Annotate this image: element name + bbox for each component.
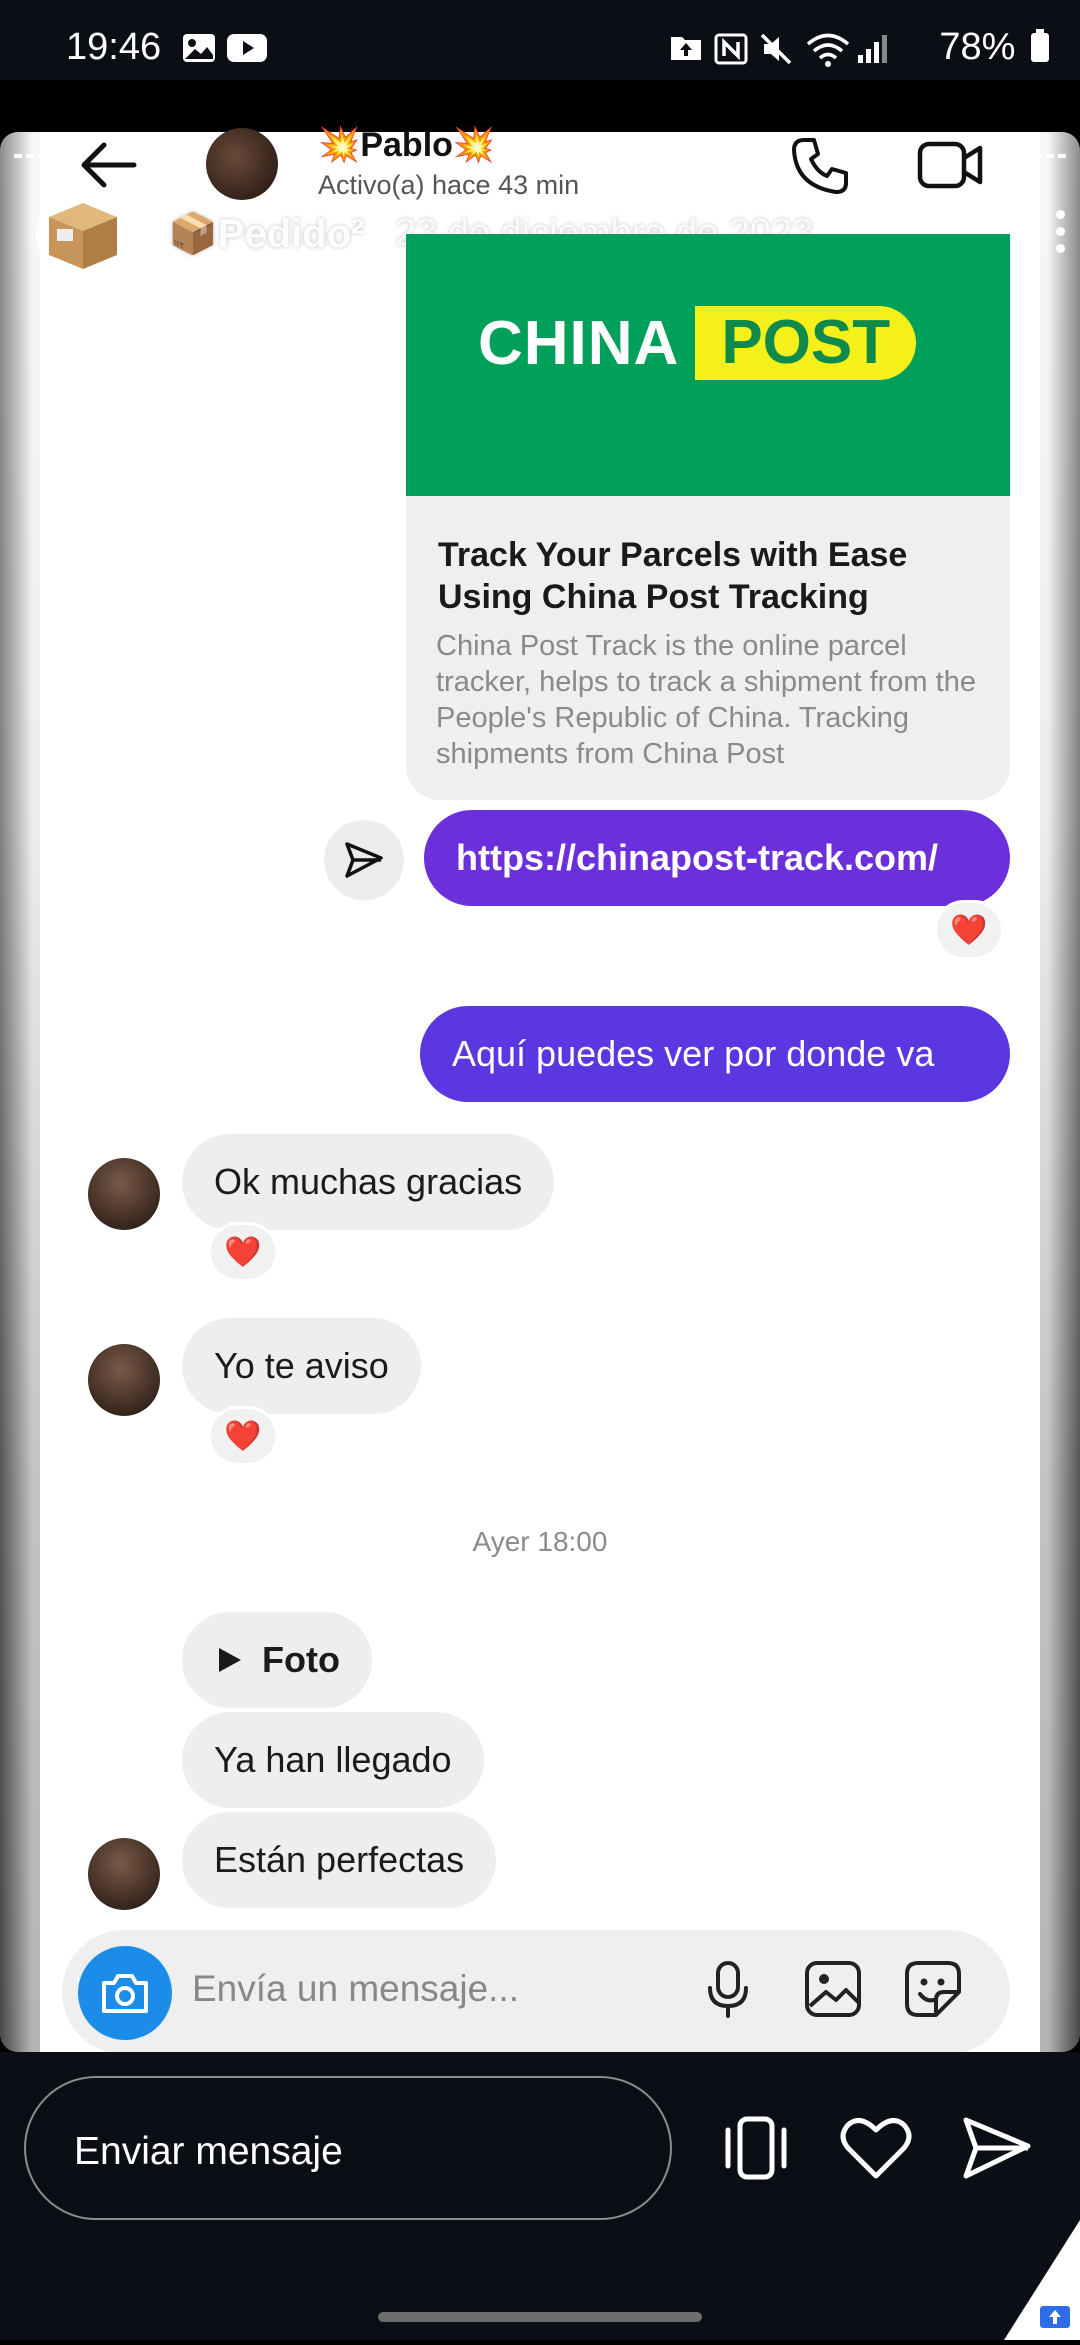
heart-icon: ❤️	[224, 1419, 261, 1454]
message-bubble-link[interactable]: https://chinapost-track.com/	[424, 810, 1010, 906]
heart-icon: ❤️	[224, 1235, 261, 1270]
message-text: Ya han llegado	[214, 1739, 452, 1781]
home-indicator[interactable]	[378, 2312, 702, 2322]
play-icon	[214, 1645, 244, 1675]
message-bubble-outgoing[interactable]: Aquí puedes ver por donde va	[420, 1006, 1010, 1102]
logo-text-china: CHINA	[478, 308, 679, 379]
reaction-heart[interactable]: ❤️	[934, 900, 1004, 960]
battery-icon	[1030, 29, 1050, 63]
heart-icon: ❤️	[950, 913, 987, 948]
folder-upload-icon	[670, 33, 702, 66]
sender-avatar[interactable]	[88, 1344, 160, 1416]
reaction-heart[interactable]: ❤️	[208, 1406, 278, 1466]
message-bubble-incoming[interactable]: Yo te aviso	[182, 1318, 421, 1414]
microphone-icon[interactable]	[706, 1960, 750, 2025]
more-options-icon[interactable]	[1056, 210, 1066, 261]
message-composer[interactable]: Envía un mensaje...	[62, 1930, 1010, 2054]
message-text: Aquí puedes ver por donde va	[452, 1033, 934, 1075]
reaction-heart[interactable]: ❤️	[208, 1222, 278, 1282]
share-button[interactable]	[324, 820, 404, 900]
story-author-avatar[interactable]	[36, 188, 130, 282]
nfc-icon	[714, 33, 748, 70]
link-preview-title: Track Your Parcels with Ease Using China…	[438, 534, 978, 618]
reply-input[interactable]: Enviar mensaje	[24, 2076, 672, 2220]
gallery-icon	[182, 33, 216, 68]
story-reply-bar: Enviar mensaje	[0, 2052, 1080, 2340]
send-icon[interactable]	[962, 2116, 1032, 2185]
story-title[interactable]: 📦Pedido²	[168, 210, 364, 257]
status-bar: 19:46 78%	[0, 0, 1080, 80]
battery-indicator: 78%	[939, 26, 1050, 69]
photo-message[interactable]: Foto	[182, 1612, 372, 1708]
logo-text-post: POST	[695, 306, 916, 380]
gallery-icon[interactable]	[804, 1960, 862, 2023]
heart-like-icon[interactable]	[840, 2116, 912, 2185]
battery-percent: 78%	[939, 26, 1015, 68]
youtube-icon	[226, 33, 268, 68]
link-preview-description: China Post Track is the online parcel tr…	[436, 628, 996, 772]
video-call-icon[interactable]	[917, 138, 983, 197]
screenshot-overlay-icon[interactable]	[1004, 2220, 1080, 2340]
vibrate-icon[interactable]	[718, 2116, 794, 2185]
wifi-icon	[806, 33, 850, 72]
back-arrow-icon[interactable]	[78, 140, 138, 195]
contact-status: Activo(a) hace 43 min	[318, 170, 579, 201]
send-icon	[344, 840, 384, 880]
reply-placeholder: Enviar mensaje	[74, 2130, 343, 2174]
message-bubble-incoming[interactable]: Están perfectas	[182, 1812, 496, 1908]
camera-button[interactable]	[78, 1946, 172, 2040]
phone-icon[interactable]	[790, 136, 850, 201]
message-text: Están perfectas	[214, 1839, 464, 1881]
contact-avatar[interactable]	[206, 128, 278, 200]
signal-icon	[856, 33, 890, 70]
message-bubble-incoming[interactable]: Ya han llegado	[182, 1712, 484, 1808]
message-bubble-incoming[interactable]: Ok muchas gracias	[182, 1134, 554, 1230]
message-link-text[interactable]: https://chinapost-track.com/	[456, 837, 938, 879]
camera-icon	[100, 1971, 150, 2015]
china-post-banner: CHINA POST	[406, 234, 1010, 496]
message-text: Ok muchas gracias	[214, 1161, 522, 1203]
sender-avatar[interactable]	[88, 1158, 160, 1230]
link-preview-card[interactable]: CHINA POST Track Your Parcels with Ease …	[406, 234, 1010, 800]
status-time: 19:46	[66, 26, 161, 69]
mute-icon	[760, 33, 794, 70]
contact-name[interactable]: 💥Pablo💥	[318, 125, 495, 165]
china-post-logo: CHINA POST	[478, 306, 916, 380]
message-input[interactable]: Envía un mensaje...	[192, 1968, 519, 2010]
message-text: Yo te aviso	[214, 1345, 389, 1387]
sticker-icon[interactable]	[904, 1960, 962, 2023]
timestamp-separator: Ayer 18:00	[0, 1526, 1080, 1558]
photo-label: Foto	[262, 1639, 340, 1681]
sender-avatar[interactable]	[88, 1838, 160, 1910]
story-progress-bar	[14, 154, 1066, 158]
